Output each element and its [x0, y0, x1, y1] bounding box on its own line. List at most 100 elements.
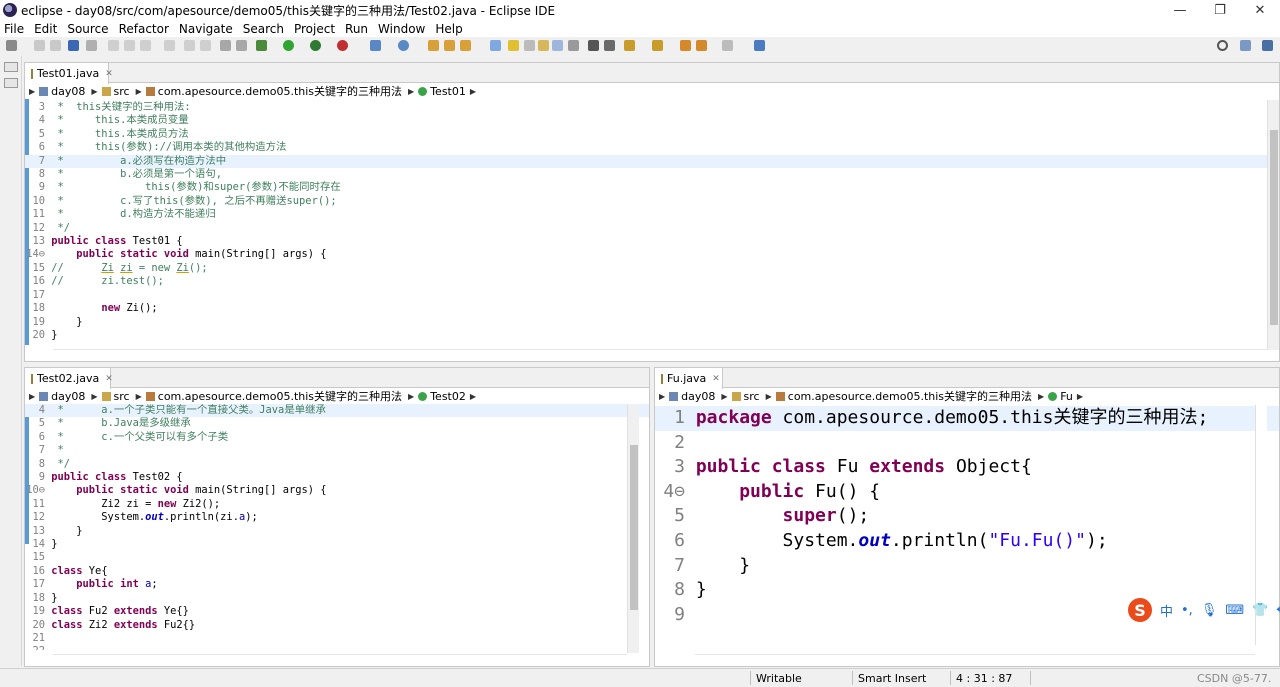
- search-tool-icon[interactable]: [460, 40, 471, 51]
- minimize-button[interactable]: —: [1160, 3, 1200, 18]
- code-line: 17 public int a;: [32, 578, 158, 591]
- forward-icon[interactable]: [722, 40, 733, 51]
- globe-icon[interactable]: [588, 40, 599, 51]
- code-line: 2: [674, 431, 685, 453]
- menu-search[interactable]: Search: [243, 22, 284, 36]
- menu-edit[interactable]: Edit: [34, 22, 57, 36]
- close-window-button[interactable]: ✕: [1240, 3, 1280, 18]
- status-divider: [852, 671, 853, 685]
- sogou-logo-icon[interactable]: S: [1128, 598, 1152, 622]
- vertical-scrollbar[interactable]: [1267, 100, 1279, 350]
- breadcrumb: ▶ day08 ▶ src ▶ com.apesource.demo05.this关键…: [25, 388, 649, 404]
- step-into-icon[interactable]: [164, 40, 175, 51]
- java-perspective-icon[interactable]: [1262, 40, 1273, 51]
- breadcrumb-package[interactable]: ▶ com.apesource.demo05.this关键字的三种用法: [766, 388, 1032, 404]
- close-tab-icon[interactable]: ✕: [105, 374, 113, 384]
- horizontal-scrollbar[interactable]: [53, 349, 1267, 361]
- menu-window[interactable]: Window: [378, 22, 425, 36]
- breadcrumb-class[interactable]: ▶ Test02 ▶: [408, 390, 480, 403]
- tab-test02-java[interactable]: Test02.java ✕: [25, 368, 113, 389]
- scroll-thumb[interactable]: [1270, 130, 1278, 325]
- close-tab-icon[interactable]: ✕: [105, 69, 113, 79]
- code-area[interactable]: 4 * a.一个子类只能有一个直接父类。Java是单继承 5 * b.Java是…: [25, 404, 649, 650]
- menu-project[interactable]: Project: [294, 22, 335, 36]
- maximize-view-icon[interactable]: [754, 40, 765, 51]
- breadcrumb-class[interactable]: ▶ Test01 ▶: [408, 85, 480, 98]
- horizontal-scrollbar[interactable]: [53, 654, 627, 666]
- new-class-icon[interactable]: [398, 40, 409, 51]
- restore-button[interactable]: ❐: [1200, 3, 1240, 18]
- breadcrumb-package-label: com.apesource.demo05.this关键字的三种用法: [787, 390, 1033, 403]
- step-return-icon[interactable]: [200, 40, 211, 51]
- ime-language-toggle[interactable]: 中: [1160, 601, 1173, 620]
- vertical-scrollbar[interactable]: [627, 405, 639, 653]
- ime-apps-icon[interactable]: ✥: [1276, 603, 1280, 618]
- breadcrumb-package[interactable]: ▶ com.apesource.demo05.this关键字的三种用法: [136, 388, 402, 404]
- breadcrumb-project[interactable]: ▶ day08: [29, 390, 85, 403]
- breadcrumb-class[interactable]: ▶ Fu ▶: [1038, 390, 1087, 403]
- search-icon[interactable]: [1217, 40, 1228, 51]
- back-icon[interactable]: [696, 40, 707, 51]
- step-over-icon[interactable]: [184, 40, 195, 51]
- word-wrap-icon[interactable]: [552, 40, 563, 51]
- close-tab-icon[interactable]: ✕: [712, 374, 720, 384]
- project-icon: [39, 86, 49, 96]
- menu-help[interactable]: Help: [435, 22, 462, 36]
- open-perspective-icon[interactable]: [1240, 40, 1251, 51]
- ime-punctuation-toggle[interactable]: •,: [1181, 603, 1193, 618]
- last-edit-icon[interactable]: [680, 40, 691, 51]
- new-java-project-icon[interactable]: [370, 40, 381, 51]
- menu-file[interactable]: File: [4, 22, 24, 36]
- open-type-icon[interactable]: [428, 40, 439, 51]
- breadcrumb: ▶ day08 ▶ src ▶ com.apesource.demo05.this关键…: [655, 388, 1279, 404]
- drop-to-frame-icon[interactable]: [220, 40, 231, 51]
- status-divider: [1030, 671, 1031, 685]
- breadcrumb-project[interactable]: ▶ day08: [29, 85, 85, 98]
- code-line: 10 * c.写了this(参数), 之后不再赠送super();: [32, 194, 337, 207]
- coverage-icon[interactable]: [310, 40, 321, 51]
- skip-breakpoints-icon[interactable]: [86, 40, 97, 51]
- previous-annotation-icon[interactable]: [652, 40, 663, 51]
- external-tools-icon[interactable]: [337, 40, 348, 51]
- breadcrumb-src[interactable]: ▶ src: [91, 85, 129, 98]
- skin-icon[interactable]: 👕: [1252, 603, 1268, 618]
- keyboard-icon[interactable]: ⌨: [1225, 603, 1244, 618]
- pin-editor-icon[interactable]: [604, 40, 615, 51]
- breadcrumb-package[interactable]: ▶ com.apesource.demo05.this关键字的三种用法: [136, 83, 402, 99]
- open-task-icon[interactable]: [444, 40, 455, 51]
- debug-icon[interactable]: [256, 40, 267, 51]
- tab-test01-java[interactable]: Test01.java ✕: [25, 63, 113, 84]
- breadcrumb-src[interactable]: ▶ src: [91, 390, 129, 403]
- toggle-highlight-icon[interactable]: [508, 40, 519, 51]
- restore-view-icon[interactable]: [4, 62, 18, 72]
- save-all-icon[interactable]: [50, 40, 61, 51]
- terminate-icon[interactable]: [140, 40, 151, 51]
- package-explorer-icon[interactable]: [4, 78, 18, 88]
- menu-source[interactable]: Source: [67, 22, 108, 36]
- scroll-thumb[interactable]: [630, 445, 638, 610]
- use-step-filters-icon[interactable]: [236, 40, 247, 51]
- save-icon[interactable]: [34, 40, 45, 51]
- code-line: 20 class Zi2 extends Fu2{}: [32, 618, 196, 631]
- breadcrumb-project[interactable]: ▶ day08: [659, 390, 715, 403]
- suspend-icon[interactable]: [124, 40, 135, 51]
- menu-navigate[interactable]: Navigate: [179, 22, 233, 36]
- microphone-icon[interactable]: 🎙: [1201, 603, 1218, 618]
- code-area[interactable]: 3 * this关键字的三种用法: 4 * this.本类成员变量 5 * th…: [25, 99, 1279, 345]
- menu-refactor[interactable]: Refactor: [119, 22, 169, 36]
- next-annotation-icon[interactable]: [624, 40, 635, 51]
- tab-fu-java[interactable]: Fu.java ✕: [655, 368, 723, 389]
- resume-icon[interactable]: [108, 40, 119, 51]
- toggle-block-selection-icon[interactable]: [524, 40, 535, 51]
- horizontal-scrollbar[interactable]: [695, 654, 1255, 666]
- toggle-mark-occurrences-icon[interactable]: [490, 40, 501, 51]
- menu-run[interactable]: Run: [345, 22, 368, 36]
- code-line: 8 * b.必须是第一个语句,: [38, 168, 222, 181]
- run-icon[interactable]: [283, 40, 294, 51]
- show-whitespace-icon[interactable]: [568, 40, 579, 51]
- breadcrumb-src[interactable]: ▶ src: [721, 390, 759, 403]
- terminal-icon[interactable]: [68, 40, 79, 51]
- new-icon[interactable]: [6, 40, 17, 51]
- breadcrumb-package-label: com.apesource.demo05.this关键字的三种用法: [157, 390, 403, 403]
- toggle-breadcrumb-icon[interactable]: [538, 40, 549, 51]
